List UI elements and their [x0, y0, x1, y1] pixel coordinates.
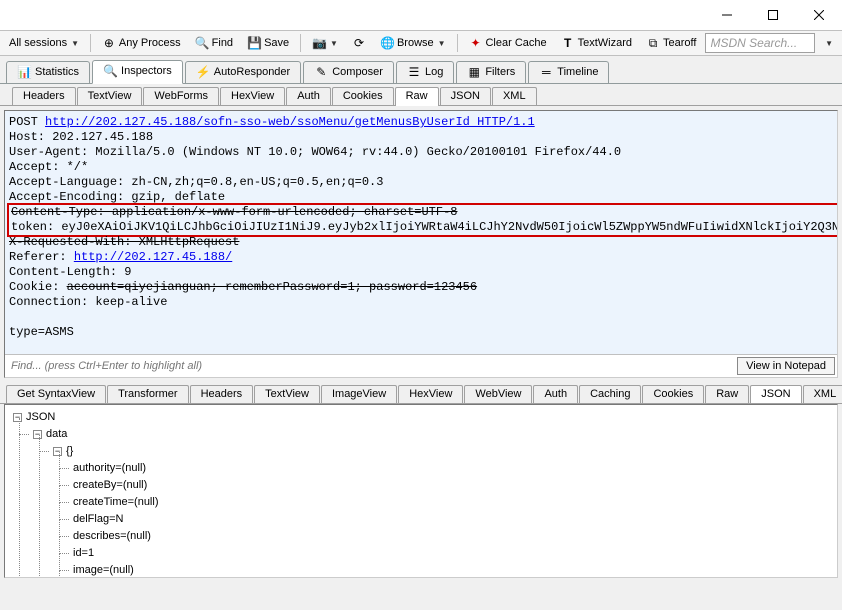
- text-icon: T: [561, 36, 575, 50]
- response-tab-auth[interactable]: Auth: [533, 385, 578, 403]
- search-input[interactable]: MSDN Search...: [705, 33, 815, 53]
- response-tab-raw[interactable]: Raw: [705, 385, 749, 403]
- maximize-button[interactable]: [750, 0, 796, 30]
- tree-leaf[interactable]: id=1: [73, 545, 833, 562]
- request-tab-cookies[interactable]: Cookies: [332, 87, 394, 105]
- request-url-link[interactable]: http://202.127.45.188/sofn-sso-web/ssoMe…: [45, 115, 535, 129]
- keep-button[interactable]: ⟳: [347, 34, 371, 52]
- camera-icon: 📷: [312, 36, 326, 50]
- chevron-down-icon: ▼: [71, 39, 79, 48]
- request-tab-textview[interactable]: TextView: [77, 87, 143, 105]
- help-dropdown[interactable]: ▼: [819, 37, 838, 50]
- tree-leaf[interactable]: describes=(null): [73, 528, 833, 545]
- inspector-tabs: 📊Statistics 🔍Inspectors ⚡AutoResponder ✎…: [0, 56, 842, 84]
- response-tab-get-syntaxview[interactable]: Get SyntaxView: [6, 385, 106, 403]
- tree-root: JSON: [26, 411, 55, 423]
- tab-composer[interactable]: ✎Composer: [303, 61, 394, 83]
- filter-label: All sessions: [9, 37, 67, 49]
- tree-leaf[interactable]: authority=(null): [73, 460, 833, 477]
- inspect-icon: 🔍: [103, 64, 117, 78]
- save-button[interactable]: 💾Save: [242, 34, 294, 52]
- tab-log[interactable]: ☰Log: [396, 61, 454, 83]
- json-tree-pane[interactable]: −JSON −data −{} authority=(null)createBy…: [4, 404, 838, 578]
- tearoff-icon: ⧉: [646, 36, 660, 50]
- struck-x-requested-with: X-Requested-With: XMLHttpRequest: [9, 235, 239, 249]
- response-tab-cookies[interactable]: Cookies: [642, 385, 704, 403]
- tab-statistics[interactable]: 📊Statistics: [6, 61, 90, 83]
- tab-timeline[interactable]: ═Timeline: [528, 61, 609, 83]
- request-tab-webforms[interactable]: WebForms: [143, 87, 219, 105]
- view-in-notepad-button[interactable]: View in Notepad: [737, 357, 835, 375]
- lightning-icon: ⚡: [196, 65, 210, 79]
- tab-filters[interactable]: ▦Filters: [456, 61, 526, 83]
- tree-node-object: {}: [66, 445, 73, 457]
- find-bar: View in Notepad: [5, 354, 837, 377]
- find-button[interactable]: 🔍Find: [190, 34, 238, 52]
- highlighted-headers: Content-Type: application/x-www-form-url…: [7, 203, 837, 237]
- find-input[interactable]: [5, 355, 735, 377]
- tree-leaf[interactable]: image=(null): [73, 562, 833, 578]
- sessions-dropdown[interactable]: All sessions ▼: [4, 35, 84, 51]
- textwizard-button[interactable]: TTextWizard: [556, 34, 637, 52]
- request-tab-auth[interactable]: Auth: [286, 87, 331, 105]
- save-icon: 💾: [247, 36, 261, 50]
- log-icon: ☰: [407, 65, 421, 79]
- browse-dropdown[interactable]: 🌐Browse▼: [375, 34, 451, 52]
- chevron-down-icon: ▼: [438, 39, 446, 48]
- request-tab-headers[interactable]: Headers: [12, 87, 76, 105]
- tab-autoresponder[interactable]: ⚡AutoResponder: [185, 61, 301, 83]
- screenshot-button[interactable]: 📷▼: [307, 34, 343, 52]
- chevron-down-icon: ▼: [825, 39, 833, 48]
- process-label: Any Process: [119, 37, 181, 49]
- clear-cache-button[interactable]: ✦Clear Cache: [463, 34, 551, 52]
- process-dropdown[interactable]: ⊕Any Process: [97, 34, 186, 52]
- response-tab-transformer[interactable]: Transformer: [107, 385, 189, 403]
- stats-icon: 📊: [17, 65, 31, 79]
- request-tab-hexview[interactable]: HexView: [220, 87, 285, 105]
- edit-icon: ✎: [314, 65, 328, 79]
- response-tab-imageview[interactable]: ImageView: [321, 385, 397, 403]
- response-tab-json[interactable]: JSON: [750, 385, 801, 404]
- window-titlebar: [0, 0, 842, 30]
- minimize-button[interactable]: [704, 0, 750, 30]
- filter-icon: ▦: [467, 65, 481, 79]
- find-icon: 🔍: [195, 36, 209, 50]
- request-tab-raw[interactable]: Raw: [395, 87, 439, 106]
- tree-leaf[interactable]: createTime=(null): [73, 494, 833, 511]
- response-view-tabs: Get SyntaxViewTransformerHeadersTextView…: [0, 382, 842, 404]
- request-tab-json[interactable]: JSON: [440, 87, 491, 105]
- raw-request-text[interactable]: POST http://202.127.45.188/sofn-sso-web/…: [5, 111, 837, 354]
- tree-leaf[interactable]: createBy=(null): [73, 477, 833, 494]
- close-button[interactable]: [796, 0, 842, 30]
- struck-cookie: account=qiyejianguan; rememberPassword=1…: [67, 280, 477, 294]
- tearoff-button[interactable]: ⧉Tearoff: [641, 34, 701, 52]
- tree-leaf[interactable]: delFlag=N: [73, 511, 833, 528]
- target-icon: ⊕: [102, 36, 116, 50]
- request-view-tabs: HeadersTextViewWebFormsHexViewAuthCookie…: [0, 84, 842, 106]
- tree-node-data: data: [46, 428, 67, 440]
- referer-link[interactable]: http://202.127.45.188/: [74, 250, 232, 264]
- main-toolbar: All sessions ▼ ⊕Any Process 🔍Find 💾Save 📷…: [0, 30, 842, 56]
- tab-inspectors[interactable]: 🔍Inspectors: [92, 60, 183, 84]
- response-tab-hexview[interactable]: HexView: [398, 385, 463, 403]
- chevron-down-icon: ▼: [330, 39, 338, 48]
- response-tab-webview[interactable]: WebView: [464, 385, 532, 403]
- request-tab-xml[interactable]: XML: [492, 87, 537, 105]
- raw-request-pane: POST http://202.127.45.188/sofn-sso-web/…: [4, 110, 838, 378]
- clock-icon: ⟳: [352, 36, 366, 50]
- clear-icon: ✦: [468, 36, 482, 50]
- response-tab-headers[interactable]: Headers: [190, 385, 254, 403]
- response-tab-xml[interactable]: XML: [803, 385, 842, 403]
- response-tab-textview[interactable]: TextView: [254, 385, 320, 403]
- browser-icon: 🌐: [380, 36, 394, 50]
- response-tab-caching[interactable]: Caching: [579, 385, 641, 403]
- timeline-icon: ═: [539, 65, 553, 79]
